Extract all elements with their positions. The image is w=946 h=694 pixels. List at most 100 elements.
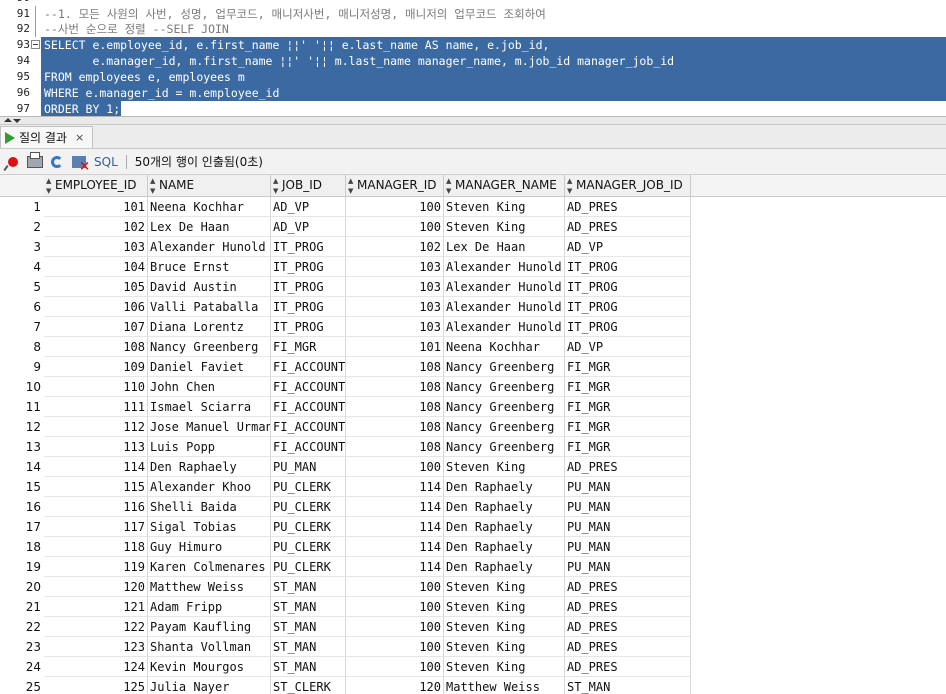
- employee-id-cell[interactable]: 112: [44, 417, 148, 437]
- manager-id-cell[interactable]: 120: [346, 677, 444, 694]
- column-header-name[interactable]: ▲ ▼ NAME: [148, 175, 271, 196]
- manager-job-id-cell[interactable]: IT_PROG: [565, 297, 691, 317]
- manager-job-id-cell[interactable]: PU_MAN: [565, 517, 691, 537]
- manager-name-cell[interactable]: Alexander Hunold: [444, 277, 565, 297]
- code-text[interactable]: FROM employees e, employees m: [44, 69, 245, 85]
- manager-id-cell[interactable]: 114: [346, 517, 444, 537]
- manager-id-cell[interactable]: 100: [346, 457, 444, 477]
- manager-id-cell[interactable]: 100: [346, 197, 444, 217]
- employee-id-cell[interactable]: 105: [44, 277, 148, 297]
- manager-name-cell[interactable]: Den Raphaely: [444, 477, 565, 497]
- manager-name-cell[interactable]: Steven King: [444, 657, 565, 677]
- job-id-cell[interactable]: PU_CLERK: [271, 477, 346, 497]
- manager-job-id-cell[interactable]: PU_MAN: [565, 537, 691, 557]
- manager-job-id-cell[interactable]: ST_MAN: [565, 677, 691, 694]
- column-header-manager-id[interactable]: ▲ ▼ MANAGER_ID: [346, 175, 444, 196]
- manager-job-id-cell[interactable]: AD_PRES: [565, 457, 691, 477]
- name-cell[interactable]: David Austin: [148, 277, 271, 297]
- manager-job-id-cell[interactable]: AD_PRES: [565, 217, 691, 237]
- name-cell[interactable]: Ismael Sciarra: [148, 397, 271, 417]
- manager-job-id-cell[interactable]: FI_MGR: [565, 417, 691, 437]
- name-cell[interactable]: Shelli Baida: [148, 497, 271, 517]
- manager-job-id-cell[interactable]: FI_MGR: [565, 357, 691, 377]
- employee-id-cell[interactable]: 124: [44, 657, 148, 677]
- table-row[interactable]: 15 115 Alexander Khoo PU_CLERK 114 Den Raphae…: [0, 477, 946, 497]
- manager-name-cell[interactable]: Alexander Hunold: [444, 317, 565, 337]
- manager-id-cell[interactable]: 108: [346, 397, 444, 417]
- editor-line-94[interactable]: 94 e.manager_id, m.first_name ¦¦' '¦¦ m.…: [0, 53, 946, 69]
- manager-id-cell[interactable]: 100: [346, 217, 444, 237]
- job-id-cell[interactable]: IT_PROG: [271, 297, 346, 317]
- manager-id-cell[interactable]: 108: [346, 417, 444, 437]
- table-row[interactable]: 3 103 Alexander Hunold IT_PROG 102 Lex De Haa…: [0, 237, 946, 257]
- employee-id-cell[interactable]: 104: [44, 257, 148, 277]
- job-id-cell[interactable]: ST_MAN: [271, 577, 346, 597]
- manager-id-cell[interactable]: 114: [346, 477, 444, 497]
- manager-name-cell[interactable]: Steven King: [444, 217, 565, 237]
- manager-name-cell[interactable]: Den Raphaely: [444, 517, 565, 537]
- manager-job-id-cell[interactable]: AD_PRES: [565, 597, 691, 617]
- sql-editor[interactable]: 90 91 --1. 모든 사원의 사번, 성명, 업무코드, 매니저사번, 매…: [0, 0, 946, 116]
- column-header-manager-name[interactable]: ▲ ▼ MANAGER_NAME: [444, 175, 565, 196]
- job-id-cell[interactable]: FI_ACCOUNT: [271, 377, 346, 397]
- manager-id-cell[interactable]: 108: [346, 357, 444, 377]
- manager-name-cell[interactable]: Alexander Hunold: [444, 257, 565, 277]
- manager-name-cell[interactable]: Matthew Weiss: [444, 677, 565, 694]
- employee-id-cell[interactable]: 110: [44, 377, 148, 397]
- table-row[interactable]: 12 112 Jose Manuel Urman FI_ACCOUNT 108 Nancy…: [0, 417, 946, 437]
- code-text[interactable]: --1. 모든 사원의 사번, 성명, 업무코드, 매니저사번, 매니저성명, …: [44, 6, 546, 22]
- code-text[interactable]: ORDER BY 1;: [44, 101, 120, 116]
- name-cell[interactable]: Matthew Weiss: [148, 577, 271, 597]
- table-row[interactable]: 18 118 Guy Himuro PU_CLERK 114 Den Raphaely PU…: [0, 537, 946, 557]
- column-header-employee-id[interactable]: ▲ ▼ EMPLOYEE_ID: [44, 175, 148, 196]
- job-id-cell[interactable]: IT_PROG: [271, 277, 346, 297]
- name-cell[interactable]: John Chen: [148, 377, 271, 397]
- manager-name-cell[interactable]: Steven King: [444, 457, 565, 477]
- code-text[interactable]: e.manager_id, m.first_name ¦¦' '¦¦ m.las…: [44, 53, 674, 69]
- name-cell[interactable]: Sigal Tobias: [148, 517, 271, 537]
- employee-id-cell[interactable]: 122: [44, 617, 148, 637]
- name-cell[interactable]: Nancy Greenberg: [148, 337, 271, 357]
- employee-id-cell[interactable]: 125: [44, 677, 148, 694]
- employee-id-cell[interactable]: 103: [44, 237, 148, 257]
- table-row[interactable]: 19 119 Karen Colmenares PU_CLERK 114 Den Raph…: [0, 557, 946, 577]
- job-id-cell[interactable]: ST_MAN: [271, 597, 346, 617]
- manager-name-cell[interactable]: Nancy Greenberg: [444, 377, 565, 397]
- table-row[interactable]: 1 101 Neena Kochhar AD_VP 100 Steven King AD_P…: [0, 197, 946, 217]
- job-id-cell[interactable]: ST_MAN: [271, 657, 346, 677]
- employee-id-cell[interactable]: 117: [44, 517, 148, 537]
- employee-id-cell[interactable]: 123: [44, 637, 148, 657]
- job-id-cell[interactable]: IT_PROG: [271, 317, 346, 337]
- name-cell[interactable]: Alexander Hunold: [148, 237, 271, 257]
- refresh-button[interactable]: [48, 153, 66, 171]
- manager-id-cell[interactable]: 103: [346, 257, 444, 277]
- table-row[interactable]: 20 120 Matthew Weiss ST_MAN 100 Steven King AD…: [0, 577, 946, 597]
- column-header-job-id[interactable]: ▲ ▼ JOB_ID: [271, 175, 346, 196]
- manager-job-id-cell[interactable]: AD_VP: [565, 237, 691, 257]
- name-cell[interactable]: Shanta Vollman: [148, 637, 271, 657]
- table-row[interactable]: 9 109 Daniel Faviet FI_ACCOUNT 108 Nancy Gree…: [0, 357, 946, 377]
- manager-id-cell[interactable]: 114: [346, 557, 444, 577]
- job-id-cell[interactable]: AD_VP: [271, 217, 346, 237]
- employee-id-cell[interactable]: 116: [44, 497, 148, 517]
- name-cell[interactable]: Diana Lorentz: [148, 317, 271, 337]
- name-cell[interactable]: Kevin Mourgos: [148, 657, 271, 677]
- manager-job-id-cell[interactable]: IT_PROG: [565, 277, 691, 297]
- name-cell[interactable]: Karen Colmenares: [148, 557, 271, 577]
- name-cell[interactable]: Luis Popp: [148, 437, 271, 457]
- editor-line-91[interactable]: 91 --1. 모든 사원의 사번, 성명, 업무코드, 매니저사번, 매니저성…: [0, 6, 946, 22]
- pin-button[interactable]: [4, 153, 22, 171]
- manager-job-id-cell[interactable]: PU_MAN: [565, 477, 691, 497]
- job-id-cell[interactable]: FI_ACCOUNT: [271, 437, 346, 457]
- manager-id-cell[interactable]: 114: [346, 537, 444, 557]
- code-text[interactable]: SELECT e.employee_id, e.first_name ¦¦' '…: [44, 37, 549, 53]
- name-cell[interactable]: Lex De Haan: [148, 217, 271, 237]
- editor-line-96[interactable]: 96 WHERE e.manager_id = m.employee_id: [0, 85, 946, 101]
- employee-id-cell[interactable]: 115: [44, 477, 148, 497]
- name-cell[interactable]: Payam Kaufling: [148, 617, 271, 637]
- job-id-cell[interactable]: PU_CLERK: [271, 517, 346, 537]
- employee-id-cell[interactable]: 102: [44, 217, 148, 237]
- table-row[interactable]: 17 117 Sigal Tobias PU_CLERK 114 Den Raphaely…: [0, 517, 946, 537]
- job-id-cell[interactable]: FI_ACCOUNT: [271, 417, 346, 437]
- employee-id-cell[interactable]: 120: [44, 577, 148, 597]
